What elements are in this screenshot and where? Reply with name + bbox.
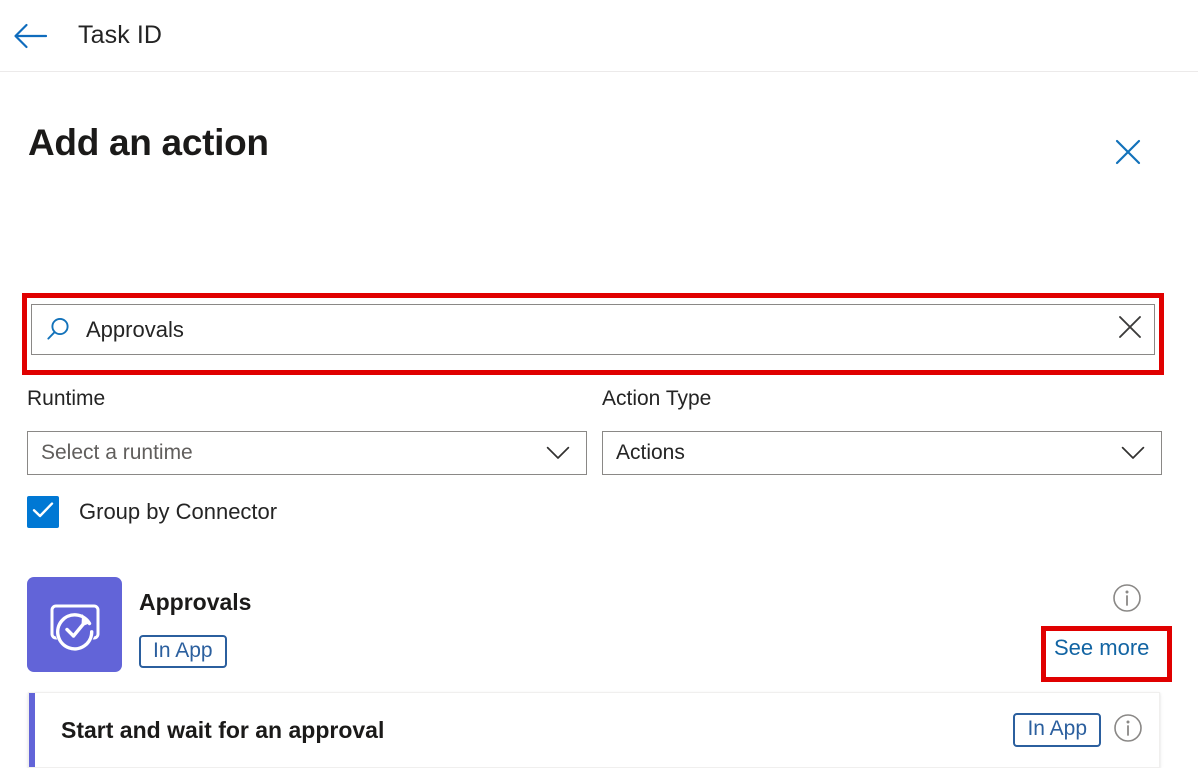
add-action-panel: Add an action Runt: [0, 72, 1198, 708]
clear-search-button[interactable]: [1106, 305, 1154, 354]
window-header: Task ID: [0, 0, 1198, 72]
action-type-dropdown-value: Actions: [616, 441, 1121, 465]
connector-info-button[interactable]: [1112, 583, 1142, 618]
window-title: Task ID: [78, 21, 162, 50]
connector-group-approvals: Approvals In App: [27, 577, 1162, 673]
search-icon: [45, 316, 72, 343]
action-list-item[interactable]: Start and wait for an approval In App: [28, 692, 1160, 768]
close-icon: [1114, 138, 1142, 171]
checkbox-control[interactable]: [27, 496, 59, 528]
status-badge: In App: [139, 635, 227, 668]
chevron-down-icon: [546, 446, 570, 460]
connector-name: Approvals: [139, 589, 251, 616]
back-button[interactable]: [2, 8, 58, 64]
chevron-down-icon: [1121, 446, 1145, 460]
search-box[interactable]: [31, 304, 1155, 355]
approvals-connector-icon: [27, 577, 122, 672]
runtime-label: Runtime: [27, 387, 105, 411]
action-title: Start and wait for an approval: [61, 717, 1013, 744]
action-type-label: Action Type: [602, 387, 711, 411]
close-button[interactable]: [1106, 132, 1150, 176]
action-type-dropdown[interactable]: Actions: [602, 431, 1162, 475]
arrow-left-icon: [13, 23, 47, 49]
group-by-connector-label: Group by Connector: [79, 499, 277, 525]
checkmark-icon: [32, 501, 54, 524]
info-icon: [1112, 600, 1142, 617]
runtime-dropdown-value: Select a runtime: [41, 441, 546, 465]
action-info-button[interactable]: [1113, 713, 1143, 748]
action-badge-wrapper: In App: [1013, 713, 1101, 746]
action-accent-bar: [29, 693, 35, 767]
status-badge: In App: [1013, 713, 1101, 746]
clear-icon: [1117, 314, 1143, 345]
group-by-connector-checkbox[interactable]: Group by Connector: [27, 496, 277, 528]
info-icon: [1113, 713, 1143, 748]
connector-badge-wrapper: In App: [139, 635, 227, 668]
panel-header: Add an action: [0, 122, 1198, 184]
page-title: Add an action: [28, 122, 269, 164]
runtime-dropdown[interactable]: Select a runtime: [27, 431, 587, 475]
see-more-link[interactable]: See more: [1054, 635, 1149, 661]
search-input[interactable]: [86, 317, 1106, 343]
